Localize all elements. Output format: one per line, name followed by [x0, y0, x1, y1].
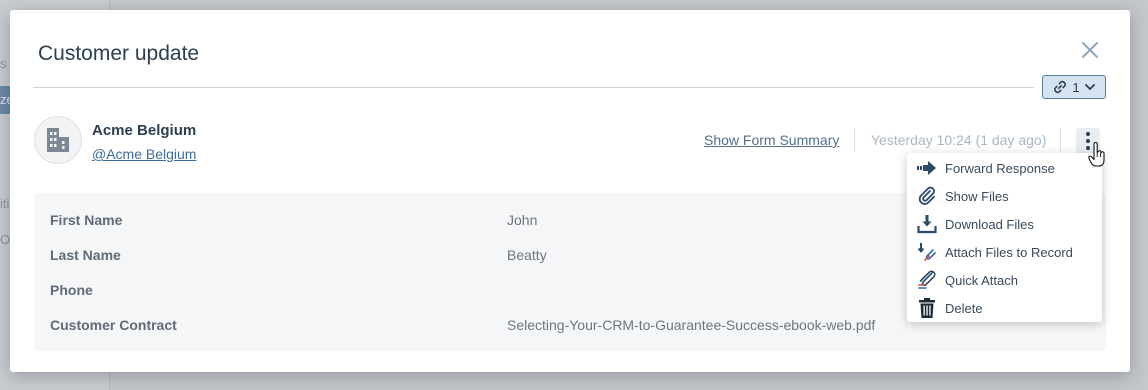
menu-item-label: Download Files	[945, 216, 1034, 232]
response-timestamp: Yesterday 10:24 (1 day ago)	[871, 132, 1047, 148]
download-icon	[916, 214, 938, 234]
menu-item-forward-response[interactable]: Forward Response	[907, 154, 1102, 182]
menu-item-download-files[interactable]: Download Files	[907, 210, 1102, 238]
menu-item-label: Attach Files to Record	[945, 244, 1073, 260]
close-icon	[1082, 42, 1098, 58]
field-value: John	[507, 212, 538, 228]
sender-handle-link[interactable]: @Acme Belgium	[92, 146, 196, 162]
forward-icon	[916, 158, 938, 178]
attachments-count: 1	[1072, 79, 1080, 95]
field-label: Phone	[50, 282, 93, 298]
field-label: Last Name	[50, 247, 121, 263]
field-label: Customer Contract	[50, 317, 177, 333]
quick-attach-icon	[916, 270, 938, 290]
header-divider	[33, 87, 1034, 88]
kebab-dot	[1086, 132, 1090, 136]
close-button[interactable]	[1080, 40, 1100, 60]
menu-item-attach-files-to-record[interactable]: Attach Files to Record	[907, 238, 1102, 266]
paperclip-icon	[916, 186, 938, 206]
modal-title: Customer update	[38, 42, 200, 65]
more-actions-menu: Forward Response Show Files Download Fil…	[907, 153, 1102, 322]
sender-avatar	[34, 116, 82, 164]
field-value-file-link[interactable]: Selecting-Your-CRM-to-Guarantee-Success-…	[507, 317, 875, 333]
menu-item-label: Forward Response	[945, 160, 1055, 176]
menu-item-label: Show Files	[945, 188, 1009, 204]
field-value: Beatty	[507, 247, 547, 263]
background-text-fragment: s	[0, 56, 7, 71]
hand-pointer-cursor-icon	[1088, 142, 1105, 167]
menu-item-label: Quick Attach	[945, 272, 1018, 288]
menu-item-label: Delete	[945, 300, 983, 316]
building-icon	[47, 128, 69, 152]
attachments-dropdown-button[interactable]: 1	[1042, 75, 1106, 99]
trash-icon	[916, 298, 938, 318]
menu-item-quick-attach[interactable]: Quick Attach	[907, 266, 1102, 294]
sender-name: Acme Belgium	[92, 122, 197, 139]
chevron-down-icon	[1084, 84, 1095, 91]
menu-item-show-files[interactable]: Show Files	[907, 182, 1102, 210]
header-separator	[854, 128, 855, 152]
header-separator	[1060, 128, 1061, 152]
field-label: First Name	[50, 212, 123, 228]
background-text-fragment: iti	[0, 196, 10, 211]
show-form-summary-link[interactable]: Show Form Summary	[704, 132, 839, 148]
link-icon	[1054, 80, 1067, 94]
menu-item-delete[interactable]: Delete	[907, 294, 1102, 322]
attach-to-record-icon	[916, 242, 938, 262]
